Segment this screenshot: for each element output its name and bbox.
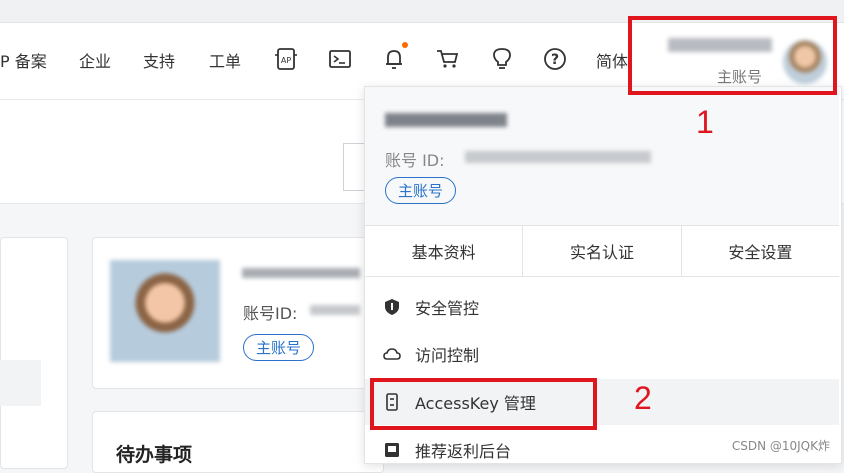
lightbulb-icon[interactable]	[489, 46, 515, 72]
bell-icon[interactable]	[381, 46, 407, 72]
dropdown-badge: 主账号	[385, 177, 457, 204]
annotation-number-2: 2	[634, 380, 652, 416]
app-icon[interactable]: AP	[273, 46, 299, 72]
profile-id-label: 账号ID:	[243, 304, 298, 323]
profile-name-redacted	[242, 268, 360, 278]
dropdown-name-redacted	[385, 113, 507, 127]
menu-item-label: 推荐返利后台	[415, 442, 512, 461]
menu-item-label: 安全管控	[415, 299, 480, 318]
dropdown-tabs: 基本资料 实名认证 安全设置	[365, 225, 839, 277]
nav-ticket[interactable]: 工单	[209, 48, 241, 72]
monitor-icon	[383, 441, 401, 459]
menu-item-security-control[interactable]: 安全管控	[365, 284, 839, 330]
notification-dot	[402, 42, 408, 48]
language-switch[interactable]: 简体	[596, 48, 628, 72]
watermark: CSDN @10JQK炸	[731, 439, 830, 453]
highlight-box-accesskey	[370, 378, 597, 430]
terminal-icon[interactable]	[327, 46, 353, 72]
nav-enterprise[interactable]: 企业	[79, 48, 111, 72]
profile-id-redacted	[310, 305, 360, 315]
left-card-item	[0, 360, 41, 406]
left-side-card	[0, 237, 68, 469]
nav-icp-filing[interactable]: P 备案	[0, 48, 47, 72]
help-icon[interactable]: ?	[542, 46, 568, 72]
annotation-number-1: 1	[696, 104, 714, 140]
dropdown-id-label: 账号 ID:	[385, 151, 445, 170]
cart-icon[interactable]	[435, 46, 461, 72]
tab-security-settings[interactable]: 安全设置	[682, 226, 839, 276]
dropdown-id-redacted	[465, 151, 651, 163]
profile-avatar-redacted	[110, 260, 220, 362]
menu-item-label: 访问控制	[415, 346, 480, 365]
profile-badge: 主账号	[243, 334, 315, 361]
menu-item-access-control[interactable]: 访问控制	[365, 331, 839, 377]
todo-title: 待办事项	[116, 444, 193, 466]
svg-text:?: ?	[551, 52, 559, 68]
tab-real-name-auth[interactable]: 实名认证	[523, 226, 682, 276]
highlight-box-account	[628, 16, 837, 95]
shield-icon	[383, 298, 401, 316]
svg-text:AP: AP	[281, 56, 291, 65]
tab-basic-info[interactable]: 基本资料	[365, 226, 524, 276]
cloud-icon	[383, 345, 401, 363]
nav-support[interactable]: 支持	[143, 48, 175, 72]
